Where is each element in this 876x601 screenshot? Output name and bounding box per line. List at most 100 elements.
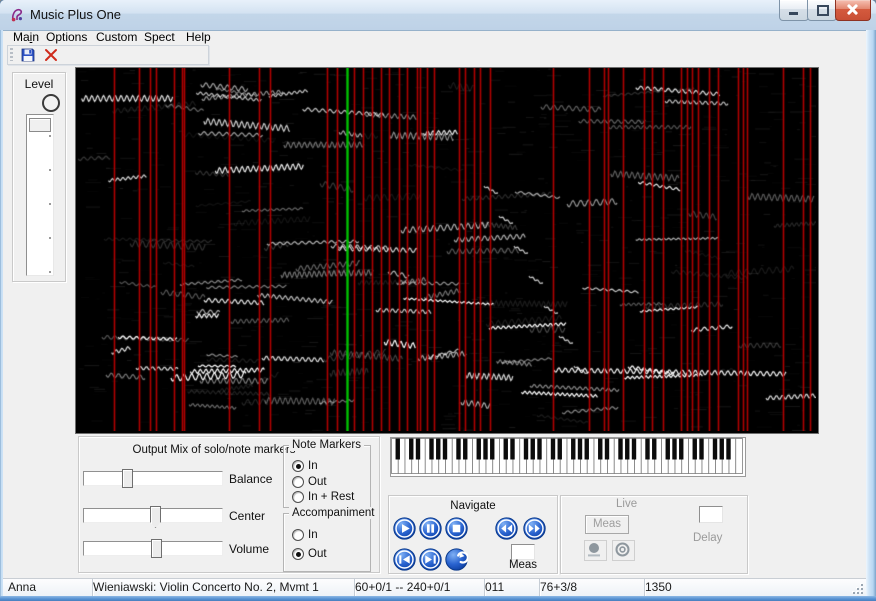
skipstart-icon [393, 548, 416, 571]
skipend-icon [419, 548, 442, 571]
piano-key-black-30[interactable] [598, 439, 602, 460]
piano-key-black-37[interactable] [645, 439, 649, 460]
stop-icon [445, 517, 468, 540]
window-title: Music Plus One [30, 7, 121, 22]
piano-key-black-44[interactable] [693, 439, 697, 460]
save-button[interactable] [20, 47, 38, 63]
radio-icon [292, 460, 304, 472]
piano-key-black-48[interactable] [720, 439, 724, 460]
piano-key-black-16[interactable] [504, 439, 508, 460]
piano-key-black-35[interactable] [632, 439, 636, 460]
piano-key-black-12[interactable] [477, 439, 481, 460]
balance-slider[interactable] [83, 471, 223, 486]
close-button[interactable] [835, 0, 871, 21]
piano-key-black-3[interactable] [416, 439, 420, 460]
piano-key-black-28[interactable] [585, 439, 589, 460]
piano-key-black-31[interactable] [605, 439, 609, 460]
piano-key-black-5[interactable] [429, 439, 433, 460]
piano-key-black-34[interactable] [625, 439, 629, 460]
radio-label: In + Rest [308, 491, 354, 503]
window-border-right [866, 30, 876, 601]
status-user: Anna [3, 579, 93, 596]
loop-button[interactable] [612, 540, 635, 561]
window-border-bottom [0, 596, 876, 601]
resize-grip[interactable] [852, 583, 863, 594]
piano-key-black-41[interactable] [672, 439, 676, 460]
piano-key-black-49[interactable] [726, 439, 730, 460]
piano-key-black-33[interactable] [618, 439, 622, 460]
app-icon [9, 7, 25, 23]
piano-key-black-47[interactable] [713, 439, 717, 460]
piano-key-black-24[interactable] [558, 439, 562, 460]
piano-key-black-17[interactable] [510, 439, 514, 460]
menu-item-custom[interactable]: Custom [96, 30, 137, 44]
pause-icon [419, 517, 442, 540]
center-slider-thumb[interactable] [150, 506, 161, 528]
skip-end-button[interactable] [419, 548, 442, 571]
toolbar-gripper[interactable] [10, 48, 13, 61]
piano-key-black-40[interactable] [666, 439, 670, 460]
piano-key-black-7[interactable] [443, 439, 447, 460]
radio-label: Out [308, 476, 327, 488]
volume-slider-thumb[interactable] [151, 539, 162, 558]
live-meas-button[interactable]: Meas [585, 515, 629, 534]
status-code: 011 [480, 579, 540, 596]
piano-key-black-0[interactable] [396, 439, 400, 460]
delay-input[interactable] [699, 506, 723, 523]
radio-label: In [308, 529, 318, 541]
play-button[interactable] [393, 517, 416, 540]
status-tempo: 76+3/8 [535, 579, 645, 596]
window: Music Plus One Main Options Custom Spect… [0, 0, 876, 601]
level-slider-thumb[interactable] [29, 118, 51, 132]
skip-start-button[interactable] [393, 548, 416, 571]
piano-key-black-6[interactable] [436, 439, 440, 460]
piano-key-black-13[interactable] [483, 439, 487, 460]
delete-button[interactable] [43, 47, 61, 63]
rewind-button[interactable] [495, 517, 518, 540]
piano-keyboard [390, 437, 746, 477]
piano-key-black-42[interactable] [679, 439, 683, 460]
piano-key-black-45[interactable] [699, 439, 703, 460]
piano-key-black-27[interactable] [578, 439, 582, 460]
minimize-button[interactable] [779, 0, 809, 21]
status-piece: Wieniawski: Violin Concerto No. 2, Mvmt … [88, 579, 355, 596]
menu-bar: Main Options Custom Spect Help [3, 30, 866, 44]
piano-key-black-20[interactable] [531, 439, 535, 460]
center-slider[interactable] [83, 508, 223, 523]
accompaniment-group: Accompaniment In Out [283, 513, 371, 572]
maximize-icon [817, 5, 829, 16]
accompaniment-title: Accompaniment [289, 507, 377, 519]
pause-button[interactable] [419, 517, 442, 540]
level-slider[interactable] [26, 114, 54, 276]
piano-key-white-51[interactable] [736, 439, 743, 474]
level-indicator [42, 94, 60, 112]
piano-key-black-26[interactable] [571, 439, 575, 460]
title-bar[interactable]: Music Plus One [0, 0, 876, 31]
spectrogram-canvas[interactable] [76, 68, 816, 431]
menu-item-help[interactable]: Help [186, 30, 211, 44]
piano-key-black-9[interactable] [456, 439, 460, 460]
piano-key-black-38[interactable] [652, 439, 656, 460]
menu-item-main[interactable]: Main [13, 30, 39, 44]
volume-label: Volume [229, 542, 269, 556]
stop-button[interactable] [445, 517, 468, 540]
spectrogram-panel [75, 67, 819, 434]
piano-key-black-21[interactable] [537, 439, 541, 460]
volume-slider[interactable] [83, 541, 223, 556]
piano-key-black-2[interactable] [409, 439, 413, 460]
live-group: Live Meas Delay [560, 495, 748, 574]
radio-label: Out [308, 548, 327, 560]
balance-slider-thumb[interactable] [122, 469, 133, 488]
piano-key-black-14[interactable] [490, 439, 494, 460]
meas-input[interactable] [511, 544, 535, 560]
maximize-button[interactable] [807, 0, 837, 21]
return-button[interactable] [445, 548, 468, 571]
record-button[interactable] [584, 540, 607, 561]
forward-button[interactable] [523, 517, 546, 540]
balance-label: Balance [229, 472, 272, 486]
menu-item-spect[interactable]: Spect [144, 30, 175, 44]
piano-key-black-19[interactable] [524, 439, 528, 460]
menu-item-options[interactable]: Options [46, 30, 87, 44]
piano-key-black-10[interactable] [463, 439, 467, 460]
piano-key-black-23[interactable] [551, 439, 555, 460]
